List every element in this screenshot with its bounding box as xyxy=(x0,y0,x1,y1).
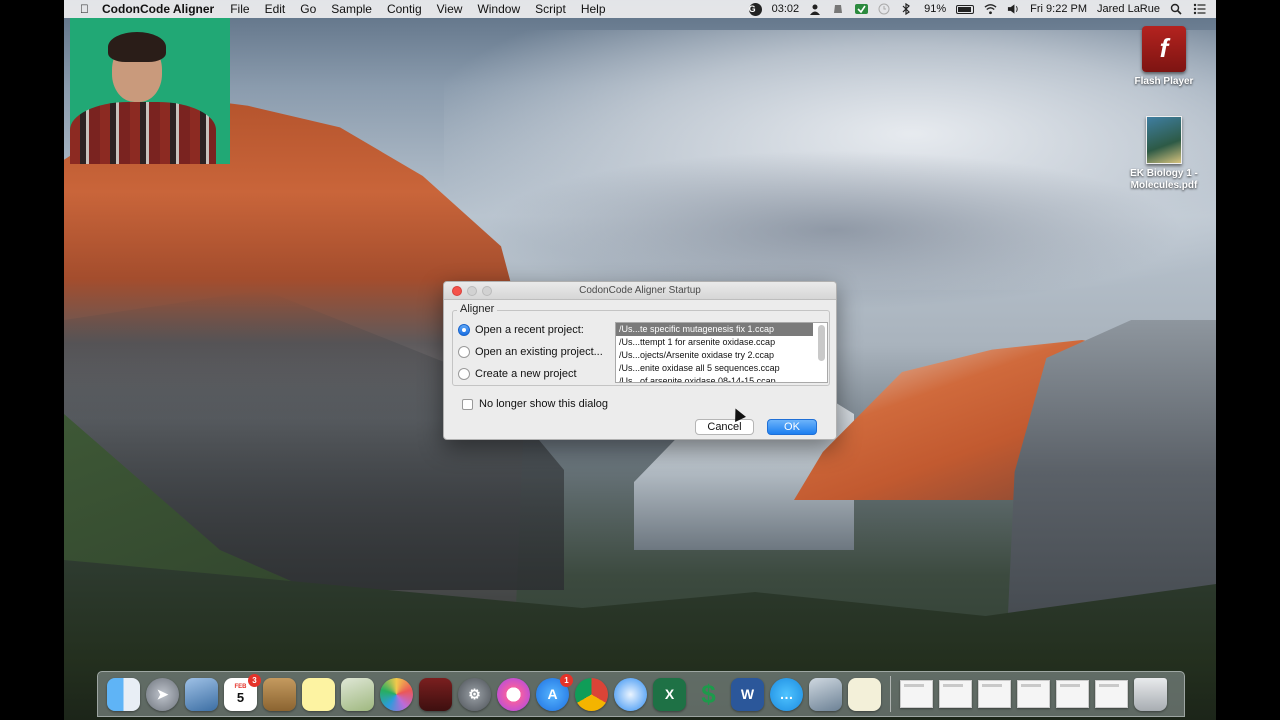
minimized-window-thumbnail[interactable] xyxy=(1056,680,1089,708)
desktop-screen:  CodonCode Aligner File Edit Go Sample … xyxy=(64,0,1216,720)
photos-icon[interactable] xyxy=(380,677,413,711)
messages-icon[interactable]: … xyxy=(770,677,803,711)
user-name[interactable]: Jared LaRue xyxy=(1097,3,1160,15)
recording-timer: 03:02 xyxy=(771,3,800,15)
radio-label: Open a recent project: xyxy=(475,324,584,336)
radio-button[interactable] xyxy=(458,368,470,380)
desktop-icon-flash-player[interactable]: f Flash Player xyxy=(1119,26,1209,88)
webcam-overlay xyxy=(70,18,230,164)
screen-recorder-icon[interactable]: G xyxy=(748,2,762,16)
calendar-icon[interactable]: FEB 5 3 xyxy=(224,673,261,711)
bluetooth-icon[interactable] xyxy=(901,3,914,15)
system-preferences-icon[interactable]: ⚙ xyxy=(458,677,491,711)
menu-view[interactable]: View xyxy=(437,2,463,16)
app-menu[interactable]: CodonCode Aligner xyxy=(102,2,214,16)
time-machine-icon[interactable] xyxy=(878,3,891,15)
safari-icon[interactable] xyxy=(614,677,647,711)
pdf-document-icon xyxy=(1146,116,1182,164)
launchpad-icon[interactable]: ➤ xyxy=(146,677,179,711)
list-item[interactable]: /Us...of arsenite oxidase 08-14-15.ccap xyxy=(616,375,813,382)
webcam-person-body xyxy=(70,102,216,164)
spotlight-search-icon[interactable] xyxy=(1170,3,1183,15)
word-icon[interactable]: W xyxy=(731,677,764,711)
cancel-button[interactable]: Cancel xyxy=(695,419,754,435)
apple-menu-icon[interactable]:  xyxy=(80,3,92,15)
menu-bar-left:  CodonCode Aligner File Edit Go Sample … xyxy=(64,2,621,16)
dock-separator xyxy=(890,676,891,712)
radio-button[interactable] xyxy=(458,346,470,358)
app-store-icon[interactable]: A 1 xyxy=(536,673,573,711)
preview-icon[interactable] xyxy=(341,677,374,711)
clock[interactable]: Fri 9:22 PM xyxy=(1030,3,1087,15)
desktop-icon-label: Flash Player xyxy=(1134,76,1194,87)
money-app-icon[interactable]: $ xyxy=(692,678,725,711)
radio-open-existing-project[interactable]: Open an existing project... xyxy=(458,346,603,358)
finder-icon[interactable] xyxy=(107,677,140,711)
volume-icon[interactable] xyxy=(1007,3,1020,15)
notification-center-icon[interactable] xyxy=(1193,3,1206,15)
no-longer-show-checkbox-row[interactable]: No longer show this dialog xyxy=(462,398,608,410)
desktop-icon-label: EK Biology 1 - Molecules.pdf xyxy=(1130,168,1198,191)
wifi-icon[interactable] xyxy=(984,3,997,15)
desktop-icon-ek-biology-pdf[interactable]: EK Biology 1 - Molecules.pdf xyxy=(1119,116,1209,192)
list-item[interactable]: /Us...ojects/Arsenite oxidase try 2.ccap xyxy=(616,349,813,362)
startup-dialog: CodonCode Aligner Startup Aligner Open a… xyxy=(443,281,837,440)
aligner-group-label: Aligner xyxy=(457,303,498,315)
ok-button[interactable]: OK xyxy=(767,419,817,435)
sync-icon[interactable] xyxy=(855,3,869,15)
menu-go[interactable]: Go xyxy=(300,2,316,16)
radio-button-selected[interactable] xyxy=(458,324,470,336)
menu-help[interactable]: Help xyxy=(581,2,606,16)
minimized-window-thumbnail[interactable] xyxy=(939,680,972,708)
menu-sample[interactable]: Sample xyxy=(331,2,372,16)
menu-contig[interactable]: Contig xyxy=(387,2,422,16)
flash-player-icon: f xyxy=(1142,26,1186,72)
minimized-window-thumbnail[interactable] xyxy=(978,680,1011,708)
trash-icon[interactable] xyxy=(1134,677,1167,711)
notes-icon[interactable] xyxy=(302,677,335,711)
list-item[interactable]: /Us...ttempt 1 for arsenite oxidase.ccap xyxy=(616,336,813,349)
photo-booth-icon[interactable] xyxy=(419,677,452,711)
checkbox-label: No longer show this dialog xyxy=(479,398,609,410)
radio-create-new-project[interactable]: Create a new project xyxy=(458,368,577,380)
contacts-icon[interactable] xyxy=(263,677,296,711)
menu-bar:  CodonCode Aligner File Edit Go Sample … xyxy=(64,0,1216,18)
calendar-badge: 3 xyxy=(248,673,261,687)
dialog-titlebar[interactable]: CodonCode Aligner Startup xyxy=(444,282,836,300)
codoncode-aligner-icon[interactable] xyxy=(848,677,881,711)
list-scrollbar[interactable] xyxy=(818,325,825,361)
dialog-title: CodonCode Aligner Startup xyxy=(579,285,701,296)
mail-stamp-icon[interactable] xyxy=(185,677,218,711)
chrome-icon[interactable] xyxy=(575,677,608,711)
battery-icon[interactable] xyxy=(956,4,975,14)
menu-bar-status: G 03:02 91% Fri 9:22 PM Jared LaRue xyxy=(739,0,1206,18)
menu-window[interactable]: Window xyxy=(477,2,520,16)
minimized-window-thumbnail[interactable] xyxy=(1095,680,1128,708)
itunes-icon[interactable] xyxy=(497,677,530,711)
excel-icon[interactable]: X xyxy=(653,677,686,711)
webcam-person-hair xyxy=(108,32,166,62)
no-longer-show-checkbox[interactable] xyxy=(462,398,473,410)
user-status-icon[interactable] xyxy=(809,3,822,15)
image-capture-icon[interactable] xyxy=(809,677,842,711)
app-store-badge: 1 xyxy=(560,673,573,687)
recent-projects-list[interactable]: /Us...te specific mutagenesis fix 1.ccap… xyxy=(615,322,828,383)
radio-label: Create a new project xyxy=(475,368,577,380)
menu-edit[interactable]: Edit xyxy=(265,2,286,16)
menu-file[interactable]: File xyxy=(230,2,249,16)
radio-open-recent-project[interactable]: Open a recent project: xyxy=(458,324,584,336)
radio-label: Open an existing project... xyxy=(475,346,603,358)
menu-script[interactable]: Script xyxy=(535,2,566,16)
list-item[interactable]: /Us...enite oxidase all 5 sequences.ccap xyxy=(616,362,813,375)
list-item[interactable]: /Us...te specific mutagenesis fix 1.ccap xyxy=(616,323,813,336)
minimized-window-thumbnail[interactable] xyxy=(900,680,933,708)
battery-percent: 91% xyxy=(924,3,947,15)
dock: ➤ FEB 5 3 ⚙ A 1 X $ W … xyxy=(97,671,1185,717)
calendar-day: 5 xyxy=(236,689,245,705)
evernote-icon[interactable] xyxy=(832,3,845,15)
minimized-window-thumbnail[interactable] xyxy=(1017,680,1050,708)
